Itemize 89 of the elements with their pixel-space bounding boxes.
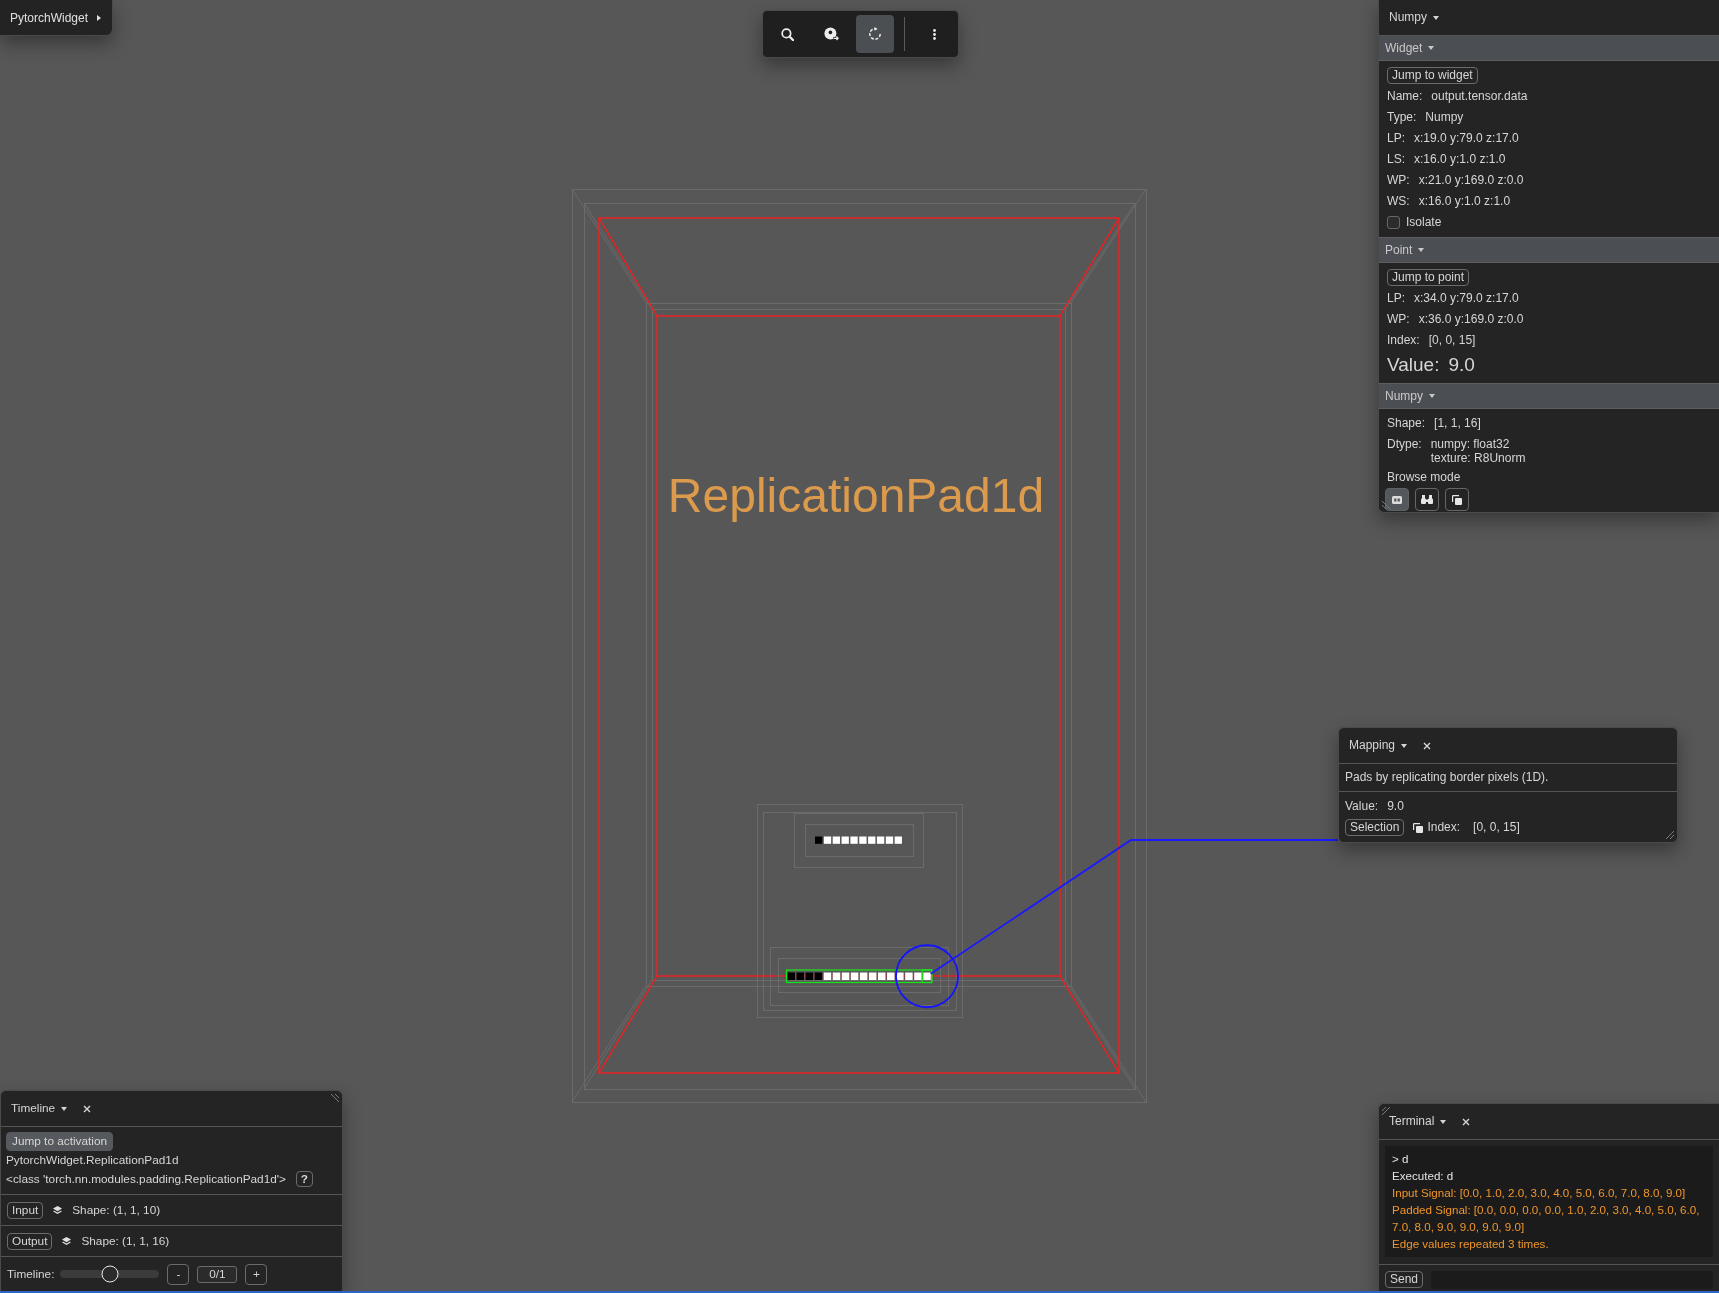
field-label: Dtype: xyxy=(1387,437,1422,451)
shape-label: Shape: (1, 1, 10) xyxy=(72,1202,161,1218)
field-value: x:16.0 y:1.0 z:1.0 xyxy=(1418,194,1511,209)
copy-icon xyxy=(1452,494,1462,505)
terminal-line: Executed: d xyxy=(1392,1168,1455,1184)
caret-icon xyxy=(61,1106,68,1111)
slider-thumb[interactable] xyxy=(101,1265,119,1283)
close-icon xyxy=(83,1104,92,1113)
caret-icon xyxy=(1440,1119,1447,1124)
field-value: Numpy xyxy=(1425,110,1464,125)
tensor-button[interactable]: Output xyxy=(7,1232,53,1250)
resize-grip-icon xyxy=(330,1093,340,1103)
module-path: PytorchWidget.ReplicationPad1d xyxy=(6,1152,179,1168)
resize-grip-icon xyxy=(1665,830,1675,840)
section-toggle[interactable]: Widget xyxy=(1385,38,1435,58)
terminal-line: > d xyxy=(1392,1151,1410,1167)
field-label: Value: xyxy=(1387,353,1440,377)
tensor-button[interactable]: Input xyxy=(7,1201,44,1219)
field-value: 9.0 xyxy=(1387,799,1404,814)
terminal-line: Padded Signal: [0.0, 0.0, 0.0, 0.0, 1.0, 2.0, 3.0, 4.0, 5.0, 6.0, 7.0, 8.0, 9.0, 9.0, 9.0, 9.0] xyxy=(1392,1202,1701,1235)
mode-button[interactable] xyxy=(1445,488,1469,511)
field-label: Value: xyxy=(1345,799,1379,814)
binoculars-icon xyxy=(1421,495,1433,504)
mode-button[interactable] xyxy=(1415,488,1439,511)
field-value: x:19.0 y:79.0 z:17.0 xyxy=(1414,131,1519,146)
field-value: 9.0 xyxy=(1448,353,1475,377)
search-icon xyxy=(780,27,794,41)
help-button[interactable]: ? xyxy=(295,1171,313,1187)
field-label: LP: xyxy=(1387,131,1405,146)
field-label: WP: xyxy=(1387,173,1410,188)
checkbox[interactable] xyxy=(1387,216,1400,229)
widget-menu-button[interactable]: PytorchWidget xyxy=(0,0,114,36)
slider-label: Timeline: xyxy=(7,1266,55,1282)
field-label: LP: xyxy=(1387,291,1405,306)
field-label: Type: xyxy=(1387,110,1417,125)
more-icon xyxy=(932,28,936,40)
section-toggle[interactable]: Numpy xyxy=(1385,386,1435,406)
field-label: Name: xyxy=(1387,89,1423,104)
close-icon xyxy=(1423,741,1432,750)
field-value: texture: R8Unorm xyxy=(1430,451,1526,465)
field-label: WS: xyxy=(1387,194,1410,209)
jump-button[interactable]: Jump to activation xyxy=(6,1132,114,1151)
caret-icon xyxy=(1401,743,1408,748)
section-label: Browse mode xyxy=(1387,470,1461,485)
jump-button[interactable]: Jump to point xyxy=(1387,269,1470,286)
field-label: Index: xyxy=(1387,333,1420,348)
layers-icon xyxy=(62,1236,72,1246)
caret-icon xyxy=(97,14,102,21)
mode-button[interactable] xyxy=(1385,488,1409,511)
selection-ring xyxy=(895,944,959,1009)
field-label: WP: xyxy=(1387,312,1410,327)
mapping-description: Pads by replicating border pixels (1D). xyxy=(1345,770,1549,785)
terminal-line: Input Signal: [0.0, 1.0, 2.0, 3.0, 4.0, 5.0, 6.0, 7.0, 8.0, 9.0] xyxy=(1392,1185,1687,1201)
rotate-icon xyxy=(868,27,882,41)
field-value: output.tensor.data xyxy=(1431,89,1528,104)
field-label: Shape: xyxy=(1387,416,1426,431)
increment-button[interactable]: + xyxy=(245,1263,268,1285)
selection-button[interactable]: Selection xyxy=(1345,819,1405,836)
section-toggle[interactable]: Point xyxy=(1385,240,1425,260)
field-value: x:21.0 y:169.0 z:0.0 xyxy=(1418,173,1524,188)
resize-grip-icon xyxy=(1381,1106,1391,1116)
module-class: <class 'torch.nn.modules.padding.ReplicationPad1d'> xyxy=(6,1171,286,1187)
field-label: Index: xyxy=(1427,820,1461,835)
layers-icon xyxy=(53,1205,63,1215)
resize-grip-icon xyxy=(1381,500,1391,510)
field-value: x:36.0 y:169.0 z:0.0 xyxy=(1418,312,1524,327)
close-icon xyxy=(1462,1117,1471,1126)
field-value: x:34.0 y:79.0 z:17.0 xyxy=(1414,291,1519,306)
jump-button[interactable]: Jump to widget xyxy=(1387,67,1478,84)
panel-menu-button[interactable]: Numpy xyxy=(1389,7,1439,28)
layer-title: ReplicationPad1d xyxy=(667,469,1045,522)
panel-menu-button[interactable]: Timeline xyxy=(11,1098,68,1119)
field-label: LS: xyxy=(1387,152,1405,167)
send-button[interactable]: Send xyxy=(1385,1271,1424,1288)
field-value: x:16.0 y:1.0 z:1.0 xyxy=(1414,152,1506,167)
image-icon xyxy=(1392,495,1402,504)
caret-icon xyxy=(1433,15,1439,20)
field-value: [0, 0, 15] xyxy=(1428,333,1476,348)
panel-menu-button[interactable]: Terminal xyxy=(1389,1111,1447,1132)
field-value: [1, 1, 16] xyxy=(1434,416,1481,431)
panel-menu-button[interactable]: Mapping xyxy=(1349,735,1408,756)
terminal-line: Edge values repeated 3 times. xyxy=(1392,1236,1550,1252)
decrement-button[interactable]: - xyxy=(167,1263,190,1285)
field-value: numpy: float32 xyxy=(1430,437,1511,451)
field-value: [0, 0, 15] xyxy=(1473,820,1520,835)
step-field[interactable]: 0/1 xyxy=(197,1265,238,1283)
checkbox-label: Isolate xyxy=(1406,215,1442,230)
copy-icon xyxy=(1413,822,1424,833)
shape-label: Shape: (1, 1, 16) xyxy=(81,1233,170,1249)
